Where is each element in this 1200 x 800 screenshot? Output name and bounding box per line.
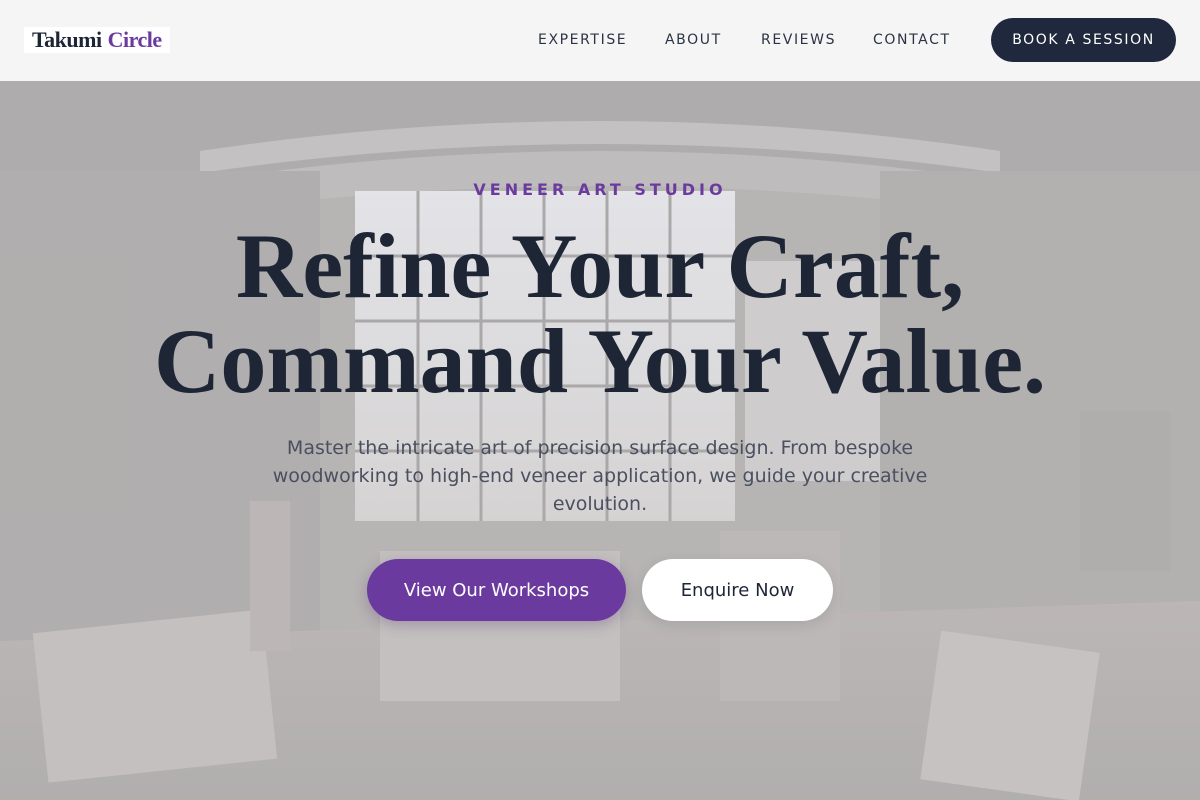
nav-link-reviews[interactable]: REVIEWS — [761, 30, 836, 50]
hero-eyebrow: VENEER ART STUDIO — [473, 180, 727, 199]
brand-word-circle: Circle — [107, 27, 163, 52]
hero-section: VENEER ART STUDIO Refine Your Craft, Com… — [0, 81, 1200, 800]
hero-headline: Refine Your Craft, Command Your Value. — [0, 219, 1200, 409]
hero-subtitle: Master the intricate art of precision su… — [272, 437, 928, 515]
nav-link-about[interactable]: ABOUT — [665, 30, 722, 50]
brand-word-takumi: Takumi — [32, 27, 102, 52]
view-workshops-button[interactable]: View Our Workshops — [367, 559, 626, 621]
site-header: Takumi Circle EXPERTISE ABOUT REVIEWS CO… — [0, 0, 1200, 81]
nav-link-contact[interactable]: CONTACT — [873, 30, 951, 50]
enquire-now-button[interactable]: Enquire Now — [642, 559, 833, 621]
brand-logo[interactable]: Takumi Circle — [24, 27, 170, 53]
nav-link-expertise[interactable]: EXPERTISE — [538, 30, 627, 50]
hero-headline-line1: Refine Your Craft, — [235, 215, 965, 317]
hero-headline-line2: Command Your Value. — [153, 310, 1047, 412]
book-session-button[interactable]: BOOK A SESSION — [991, 18, 1176, 62]
